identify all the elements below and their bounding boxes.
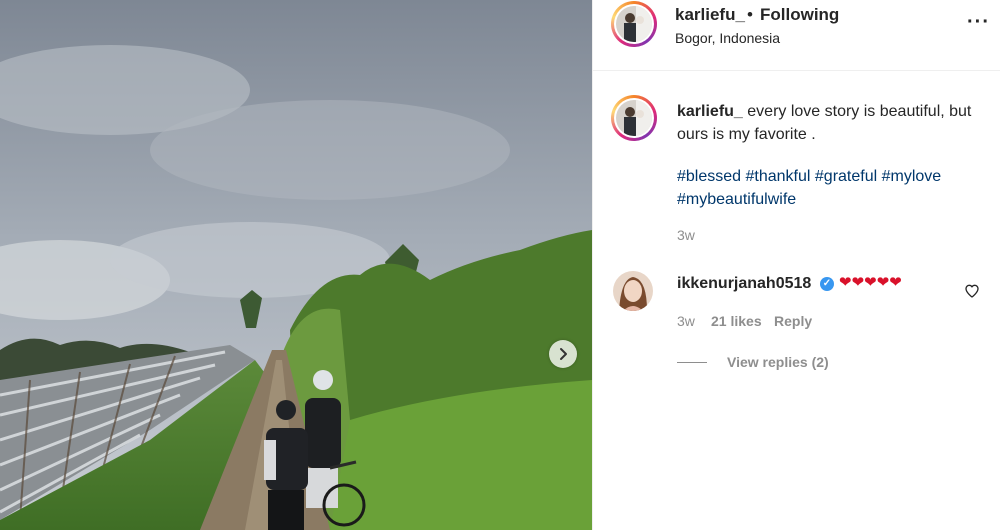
hashtag-link[interactable]: #blessed (677, 168, 741, 185)
post-location[interactable]: Bogor, Indonesia (675, 30, 780, 46)
more-options-icon[interactable]: ··· (967, 12, 990, 32)
reply-button[interactable]: Reply (774, 313, 812, 329)
next-photo-button[interactable] (549, 340, 577, 368)
hashtag-link[interactable]: #grateful (815, 168, 877, 185)
caption-username[interactable]: karliefu_ (677, 103, 743, 120)
comment-text: ❤❤❤❤❤ (839, 274, 902, 291)
avatar-photo (616, 6, 652, 42)
hashtag-list: #blessed #thankful #grateful #mylove #my… (677, 165, 987, 211)
separator-dot: • (747, 5, 753, 24)
comment-likes[interactable]: 21 likes (711, 313, 762, 329)
avatar-photo (616, 100, 652, 136)
post-caption: karliefu_ every love story is beautiful,… (677, 100, 982, 146)
author-avatar[interactable] (611, 1, 657, 47)
commenter-username[interactable]: ikkenurjanah0518 (677, 275, 811, 293)
avatar-photo (613, 271, 653, 311)
view-replies-divider (677, 362, 707, 363)
following-button[interactable]: Following (760, 5, 839, 25)
hashtag-link[interactable]: #mylove (882, 168, 942, 185)
author-username[interactable]: karliefu_ (675, 5, 745, 25)
like-comment-icon[interactable] (964, 283, 980, 304)
view-replies-button[interactable]: View replies (2) (727, 354, 829, 370)
post-photo[interactable] (0, 0, 592, 530)
caption-author-avatar[interactable] (611, 95, 657, 141)
landscape-image (0, 0, 592, 530)
commenter-avatar[interactable] (613, 271, 653, 311)
post-header: karliefu_ • Following Bogor, Indonesia ·… (593, 0, 1000, 71)
comment-timestamp[interactable]: 3w (677, 313, 695, 329)
caption-timestamp[interactable]: 3w (677, 227, 695, 243)
hashtag-link[interactable]: #mybeautifulwife (677, 191, 796, 208)
post-details-panel: karliefu_ • Following Bogor, Indonesia ·… (592, 0, 1000, 530)
verified-badge-icon: ✓ (820, 277, 834, 291)
chevron-right-icon (560, 348, 567, 360)
hashtag-link[interactable]: #thankful (746, 168, 811, 185)
